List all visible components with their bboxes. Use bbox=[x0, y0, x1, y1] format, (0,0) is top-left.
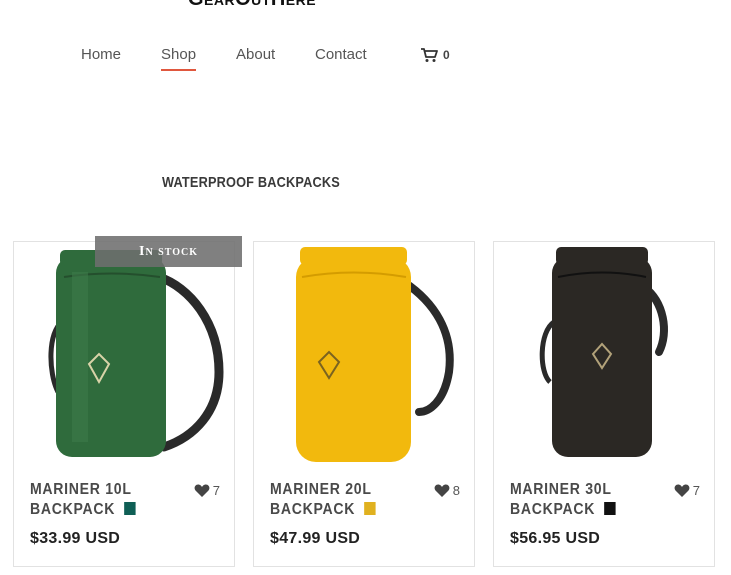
cart-count: 0 bbox=[443, 48, 450, 62]
in-stock-badge: In stock bbox=[95, 236, 242, 267]
heart-icon bbox=[674, 484, 690, 497]
nav-about[interactable]: About bbox=[236, 46, 275, 63]
product-name[interactable]: MARINER 30L BACKPACK bbox=[510, 480, 642, 520]
nav-home[interactable]: Home bbox=[81, 46, 121, 63]
product-image bbox=[296, 247, 454, 462]
nav-contact[interactable]: Contact bbox=[315, 46, 367, 63]
product-price: $33.99 USD bbox=[30, 530, 121, 547]
product-image bbox=[48, 250, 224, 457]
heart-icon bbox=[194, 484, 210, 497]
heart-icon bbox=[434, 484, 450, 497]
color-swatch[interactable] bbox=[123, 502, 136, 515]
product-name[interactable]: MARINER 20L BACKPACK bbox=[270, 480, 402, 520]
main-nav: Home Shop About Contact 0 bbox=[0, 44, 731, 74]
product-image bbox=[539, 247, 668, 457]
nav-shop[interactable]: Shop bbox=[161, 46, 197, 71]
like-count: 7 bbox=[212, 483, 220, 498]
like-button[interactable]: 8 bbox=[434, 483, 460, 498]
site-logo[interactable]: GearOutHere bbox=[188, 0, 316, 8]
cart-icon bbox=[421, 48, 438, 62]
product-card-mariner-10l[interactable]: MARINER 10L BACKPACK 7 $33.99 USD bbox=[13, 241, 235, 567]
bag-body bbox=[552, 257, 652, 457]
color-swatch[interactable] bbox=[363, 502, 376, 515]
product-card-mariner-30l[interactable]: MARINER 30L BACKPACK 7 $56.95 USD bbox=[493, 241, 715, 567]
like-button[interactable]: 7 bbox=[674, 483, 700, 498]
product-card-mariner-20l[interactable]: MARINER 20L BACKPACK 8 $47.99 USD bbox=[253, 241, 475, 567]
like-count: 7 bbox=[692, 483, 700, 498]
product-price: $47.99 USD bbox=[270, 530, 361, 547]
color-swatch[interactable] bbox=[603, 502, 616, 515]
like-button[interactable]: 7 bbox=[194, 483, 220, 498]
cart-button[interactable]: 0 bbox=[420, 47, 450, 63]
product-name[interactable]: MARINER 10L BACKPACK bbox=[30, 480, 162, 520]
product-price: $56.95 USD bbox=[510, 530, 601, 547]
section-title: WATERPROOF BACKPACKS bbox=[162, 174, 340, 191]
bag-body bbox=[296, 257, 411, 462]
like-count: 8 bbox=[452, 483, 460, 498]
